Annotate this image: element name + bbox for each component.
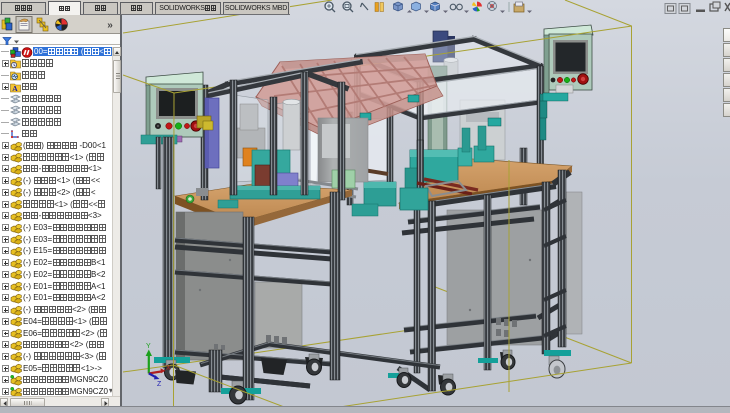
svg-text:Y: Y — [146, 343, 151, 350]
svg-text:A: A — [12, 84, 18, 93]
svg-text:X: X — [166, 365, 171, 372]
svg-text:Z: Z — [157, 381, 162, 388]
svg-text:»: » — [107, 20, 113, 31]
